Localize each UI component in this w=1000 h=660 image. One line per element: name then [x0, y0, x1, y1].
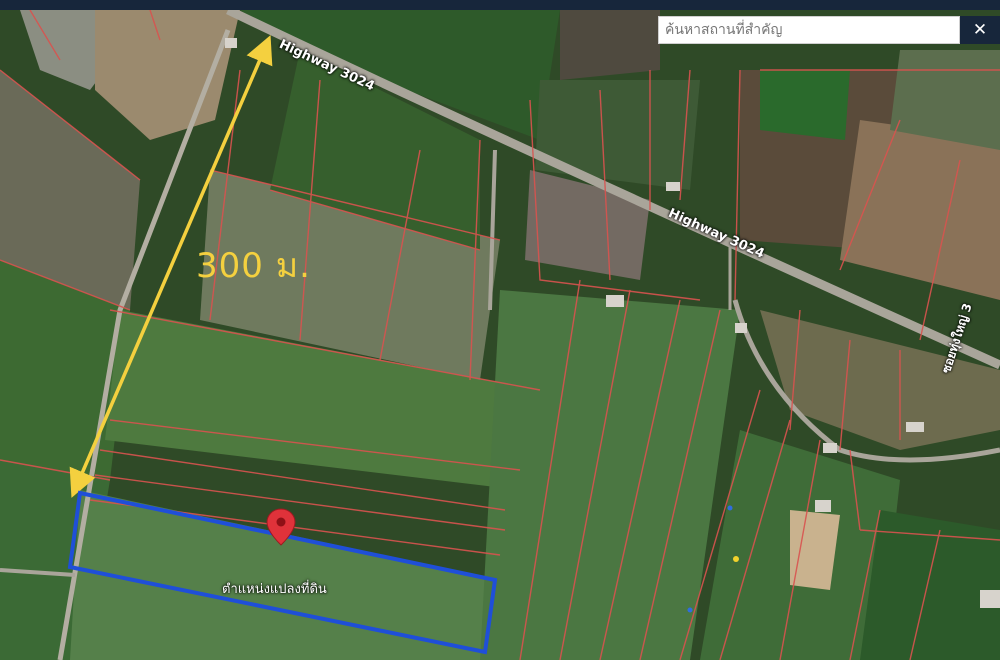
distance-label: 300 ม.	[196, 246, 311, 286]
field-patches	[0, 10, 1000, 660]
search-bar: ✕	[658, 16, 1000, 44]
search-input[interactable]	[658, 16, 960, 44]
poi-marker	[687, 607, 693, 613]
poi-marker	[733, 556, 739, 562]
pin-label: ตำแหน่งแปลงที่ดิน	[222, 582, 327, 597]
satellite-map[interactable]	[0, 10, 1000, 660]
top-bar	[0, 0, 1000, 10]
close-button[interactable]: ✕	[960, 16, 1000, 44]
poi-marker	[727, 505, 733, 511]
